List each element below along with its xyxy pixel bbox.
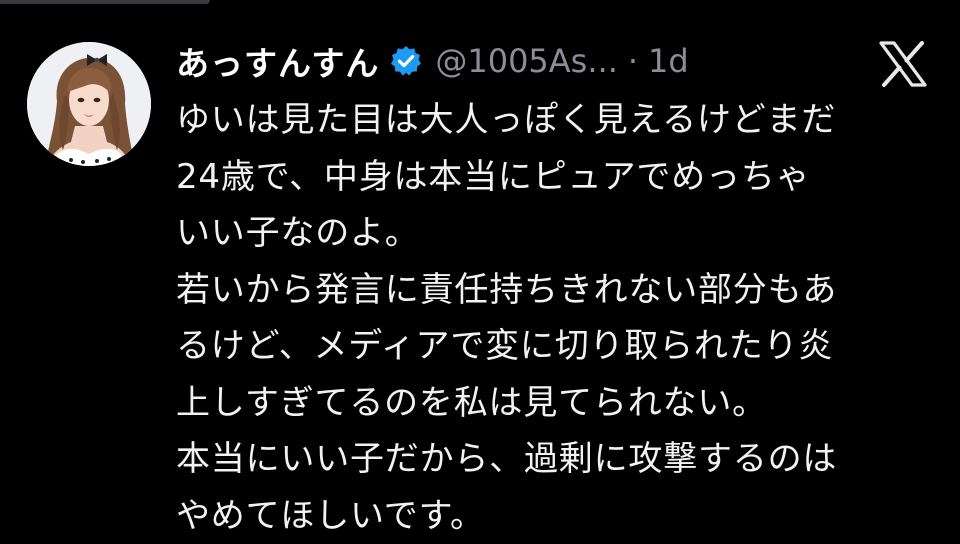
tweet-text-line: ゆいは見た目は大人っぽく見えるけどまだ	[176, 92, 936, 149]
tweet-card[interactable]: あっすんすん @1005As... · 1d ゆいは見た目は大人っぽく見えるけど…	[0, 0, 960, 539]
tweet-text-line: るけど、メディアで変に切り取られたり炎	[176, 318, 936, 375]
tweet-text: ゆいは見た目は大人っぽく見えるけどまだ 24歳で、中身は本当にピュアでめっちゃ …	[176, 92, 936, 544]
separator-dot: ·	[628, 42, 638, 80]
tweet-header: あっすんすん @1005As... · 1d	[176, 36, 689, 86]
user-handle[interactable]: @1005As...	[435, 42, 618, 80]
avatar-image	[27, 42, 151, 166]
tweet-text-line: やめてほしいです。	[176, 488, 936, 544]
x-logo-icon[interactable]	[877, 40, 929, 88]
tweet-text-line: 24歳で、中身は本当にピュアでめっちゃ	[176, 149, 936, 206]
verified-badge-icon	[389, 44, 423, 78]
post-time[interactable]: 1d	[648, 42, 689, 80]
tweet-text-line: 本当にいい子だから、過剰に攻撃するのは	[176, 431, 936, 488]
display-name[interactable]: あっすんすん	[176, 37, 379, 85]
avatar[interactable]	[27, 42, 151, 166]
tweet-text-line: 上しすぎてるのを私は見てられない。	[176, 375, 936, 432]
tweet-text-line: 若いから発言に責任持ちきれない部分もあ	[176, 262, 936, 319]
tweet-text-line: いい子なのよ。	[176, 205, 936, 262]
